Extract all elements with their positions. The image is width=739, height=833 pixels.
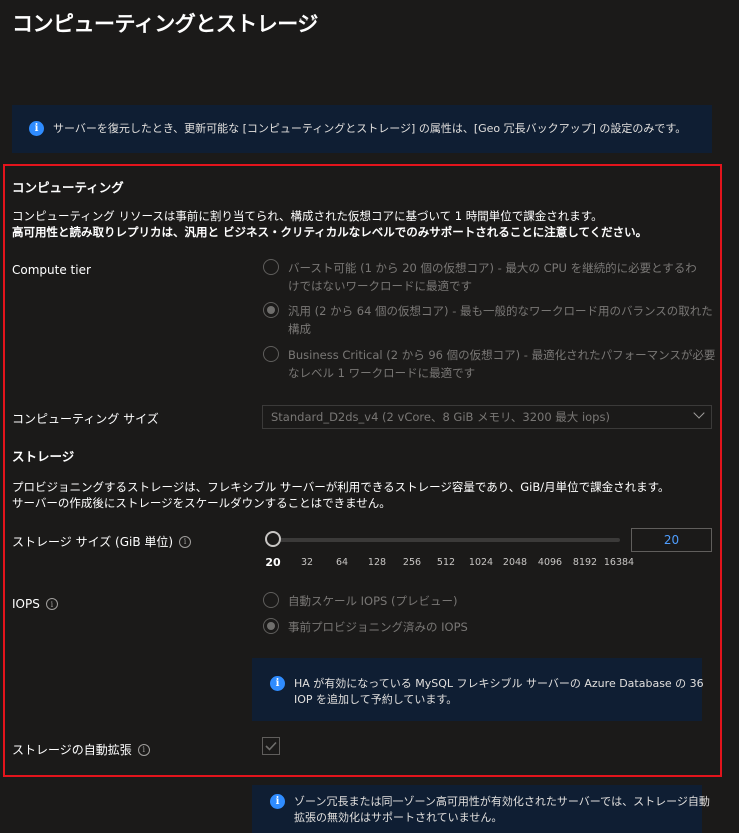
ha-iops-info-text: HA が有効になっている MySQL フレキシブル サーバーの Azure Da… <box>294 676 704 708</box>
tier-option-burstable-label: バースト可能 (1 から 20 個の仮想コア) - 最大の CPU を継続的に必… <box>288 259 697 295</box>
radio-preprovisioned-iops[interactable] <box>263 618 279 634</box>
slider-tick: 4096 <box>537 557 563 568</box>
info-icon: i <box>29 121 44 136</box>
slider-tick: 20 <box>265 556 281 569</box>
iops-label-text: IOPS <box>12 597 40 611</box>
compute-size-value: Standard_D2ds_v4 (2 vCore、8 GiB メモリ、3200… <box>271 410 610 424</box>
tier-business-line1: Business Critical (2 から 96 個の仮想コア) - 最適化… <box>288 348 716 362</box>
tier-general-line1: 汎用 (2 から 64 個の仮想コア) - 最も一般的なワークロード用のバランス… <box>288 304 713 318</box>
compute-description: コンピューティング リソースは事前に割り当てられ、構成された仮想コアに基づいて … <box>12 208 647 240</box>
slider-tick: 64 <box>335 557 349 568</box>
tier-burstable-line1: バースト可能 (1 から 20 個の仮想コア) - 最大の CPU を継続的に必… <box>288 261 697 275</box>
compute-heading: コンピューティング <box>12 180 124 195</box>
tier-general-line2: 構成 <box>288 322 311 336</box>
slider-tick: 16384 <box>603 557 635 568</box>
compute-size-dropdown[interactable]: Standard_D2ds_v4 (2 vCore、8 GiB メモリ、3200… <box>262 405 712 429</box>
zone-info-line1: ゾーン冗長または同一ゾーン高可用性が有効化されたサーバーでは、ストレージ自動 <box>294 795 710 808</box>
ha-iops-info-banner: i HA が有効になっている MySQL フレキシブル サーバーの Azure … <box>252 658 704 721</box>
tier-option-business-critical-label: Business Critical (2 から 96 個の仮想コア) - 最適化… <box>288 346 715 382</box>
iops-option-autoscale[interactable]: 自動スケール IOPS (プレビュー) <box>263 592 457 610</box>
iops-option-preprovisioned[interactable]: 事前プロビジョニング済みの IOPS <box>263 618 468 636</box>
storage-description-line1: プロビジョニングするストレージは、フレキシブル サーバーが利用できるストレージ容… <box>12 480 670 494</box>
slider-tick: 2048 <box>502 557 528 568</box>
storage-autogrow-label: ストレージの自動拡張 i <box>12 741 150 758</box>
slider-tick: 32 <box>300 557 314 568</box>
compute-size-label: コンピューティング サイズ <box>12 410 159 427</box>
compute-tier-label: Compute tier <box>12 263 91 277</box>
ha-info-line1: HA が有効になっている MySQL フレキシブル サーバーの Azure Da… <box>294 677 704 690</box>
ha-info-line2: IOP を追加して予約しています。 <box>294 693 458 706</box>
iops-label: IOPS i <box>12 597 58 611</box>
storage-heading: ストレージ <box>12 449 75 464</box>
storage-description: プロビジョニングするストレージは、フレキシブル サーバーが利用できるストレージ容… <box>12 479 670 511</box>
restore-info-banner: i サーバーを復元したとき、更新可能な [コンピューティングとストレージ] の属… <box>12 105 712 153</box>
radio-business-critical[interactable] <box>263 346 279 362</box>
checkmark-icon <box>265 741 277 751</box>
tier-burstable-line2: けではないワークロードに最適です <box>288 279 472 293</box>
compute-size-label-text: コンピューティング サイズ <box>12 412 159 426</box>
zone-info-text: ゾーン冗長または同一ゾーン高可用性が有効化されたサーバーでは、ストレージ自動 拡… <box>294 794 710 826</box>
storage-size-slider-thumb[interactable] <box>265 531 281 547</box>
compute-tier-label-text: Compute tier <box>12 263 91 277</box>
info-tooltip-icon[interactable]: i <box>45 598 58 610</box>
iops-option-preprovisioned-label: 事前プロビジョニング済みの IOPS <box>288 620 468 634</box>
more-options-button[interactable]: ··· <box>298 10 316 29</box>
slider-tick: 256 <box>402 557 422 568</box>
tier-option-general-purpose-label: 汎用 (2 から 64 個の仮想コア) - 最も一般的なワークロード用のバランス… <box>288 302 713 338</box>
restore-info-text: サーバーを復元したとき、更新可能な [コンピューティングとストレージ] の属性は… <box>53 122 687 135</box>
compute-description-line2: 高可用性と読み取りレプリカは、汎用と ビジネス・クリティカルなレベルでのみサポー… <box>12 225 648 239</box>
tier-option-general-purpose[interactable]: 汎用 (2 から 64 個の仮想コア) - 最も一般的なワークロード用のバランス… <box>263 302 713 338</box>
info-icon: i <box>270 794 285 809</box>
tier-option-burstable[interactable]: バースト可能 (1 から 20 個の仮想コア) - 最大の CPU を継続的に必… <box>263 259 697 295</box>
page-title: コンピューティングとストレージ <box>12 12 318 36</box>
zone-redundancy-info-banner: i ゾーン冗長または同一ゾーン高可用性が有効化されたサーバーでは、ストレージ自動… <box>252 785 710 833</box>
slider-tick: 128 <box>367 557 387 568</box>
storage-size-label-text: ストレージ サイズ (GiB 単位) <box>12 535 174 549</box>
radio-burstable[interactable] <box>263 259 279 275</box>
radio-autoscale-iops[interactable] <box>263 592 279 608</box>
chevron-down-icon <box>693 407 705 419</box>
info-icon: i <box>270 676 285 691</box>
storage-size-input[interactable]: 20 <box>631 528 712 552</box>
radio-general-purpose[interactable] <box>263 302 279 318</box>
storage-size-slider-track[interactable] <box>270 538 620 542</box>
compute-description-line1: コンピューティング リソースは事前に割り当てられ、構成された仮想コアに基づいて … <box>12 209 603 223</box>
storage-size-label: ストレージ サイズ (GiB 単位) i <box>12 533 192 550</box>
slider-tick: 1024 <box>468 557 494 568</box>
iops-option-autoscale-label: 自動スケール IOPS (プレビュー) <box>288 594 458 608</box>
info-tooltip-icon[interactable]: i <box>137 743 150 756</box>
slider-tick: 512 <box>436 557 456 568</box>
tier-option-business-critical[interactable]: Business Critical (2 から 96 個の仮想コア) - 最適化… <box>263 346 715 382</box>
storage-autogrow-checkbox[interactable] <box>262 737 280 755</box>
tier-business-line2: なレベル 1 ワークロードに最適です <box>288 366 476 380</box>
zone-info-line2: 拡張の無効化はサポートされていません。 <box>294 811 503 824</box>
slider-tick: 8192 <box>572 557 598 568</box>
storage-description-line2: サーバーの作成後にストレージをスケールダウンすることはできません。 <box>12 496 391 510</box>
storage-autogrow-label-text: ストレージの自動拡張 <box>12 743 132 757</box>
info-tooltip-icon[interactable]: i <box>179 535 192 548</box>
